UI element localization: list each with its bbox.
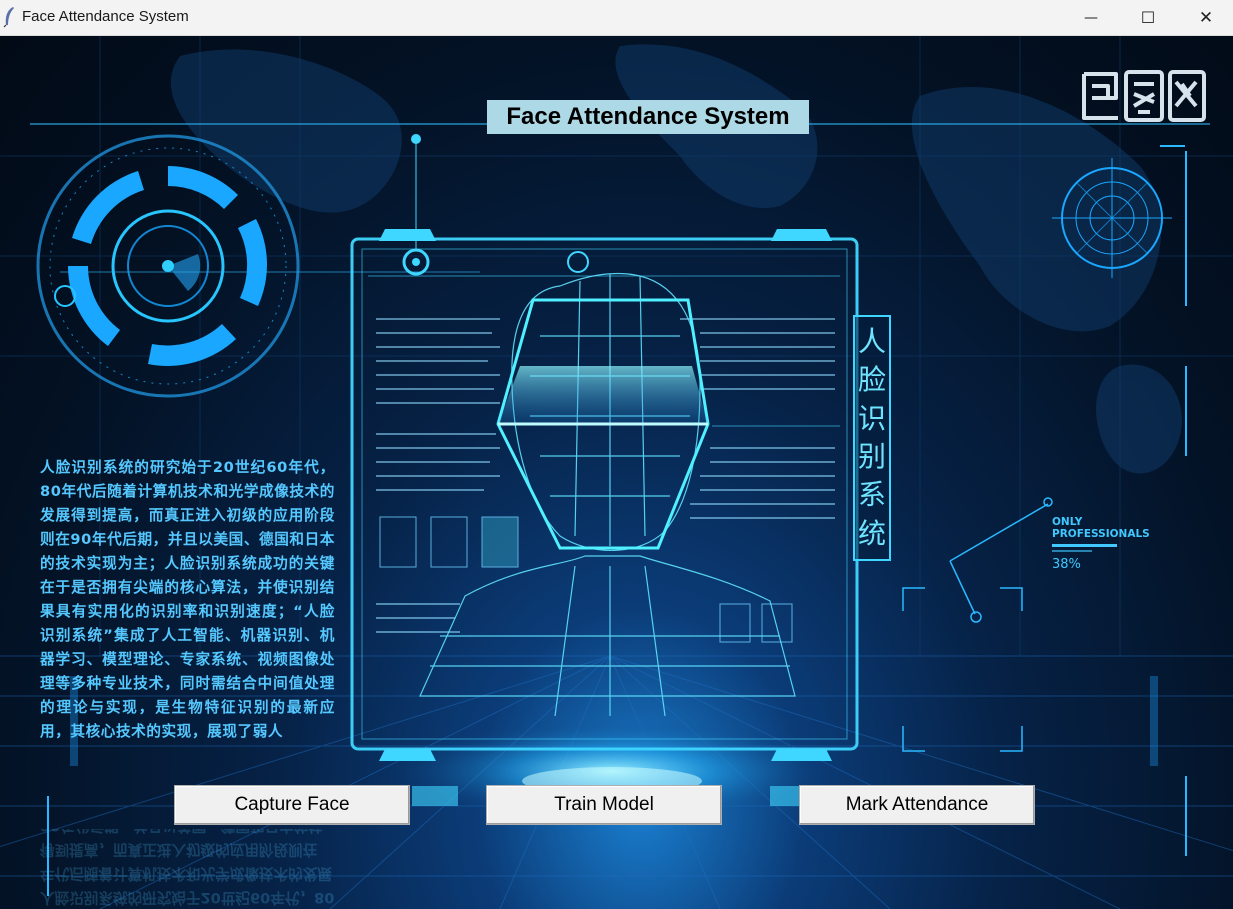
vertical-char: 脸 [857,363,886,397]
vertical-char: 人 [857,325,886,359]
maximize-button[interactable]: ☐ [1125,0,1171,35]
vertical-system-label: 人 脸 识 别 系 统 [853,315,891,561]
hud-percent: 38% [1052,557,1081,572]
description-reflection: 人脸识别系统的研究始于20世纪60年代，80年代后随着计算机技术和光学成像技术的… [40,829,335,906]
vertical-char: 统 [857,516,886,550]
watermark-logo [1082,70,1206,122]
hud-label: ONLY PROFESSIONALS [1052,516,1150,540]
page-title: Face Attendance System [487,100,809,134]
window-titlebar: Face Attendance System — ☐ ✕ [0,0,1233,36]
feather-icon [3,7,15,28]
minimize-button[interactable]: — [1068,0,1114,35]
vertical-char: 别 [857,440,886,474]
train-model-button[interactable]: Train Model [486,785,722,825]
app-canvas: Face Attendance System 人 脸 识 别 系 统 人脸识别系… [0,36,1233,909]
hud-label-line2: PROFESSIONALS [1052,528,1150,540]
window-title: Face Attendance System [22,8,189,25]
mark-attendance-button[interactable]: Mark Attendance [799,785,1035,825]
vertical-char: 系 [857,478,886,512]
vertical-char: 识 [857,401,886,435]
capture-face-button[interactable]: Capture Face [174,785,410,825]
hud-label-line1: ONLY [1052,516,1083,528]
description-text: 人脸识别系统的研究始于20世纪60年代，80年代后随着计算机技术和光学成像技术的… [40,459,335,740]
close-button[interactable]: ✕ [1183,0,1229,35]
